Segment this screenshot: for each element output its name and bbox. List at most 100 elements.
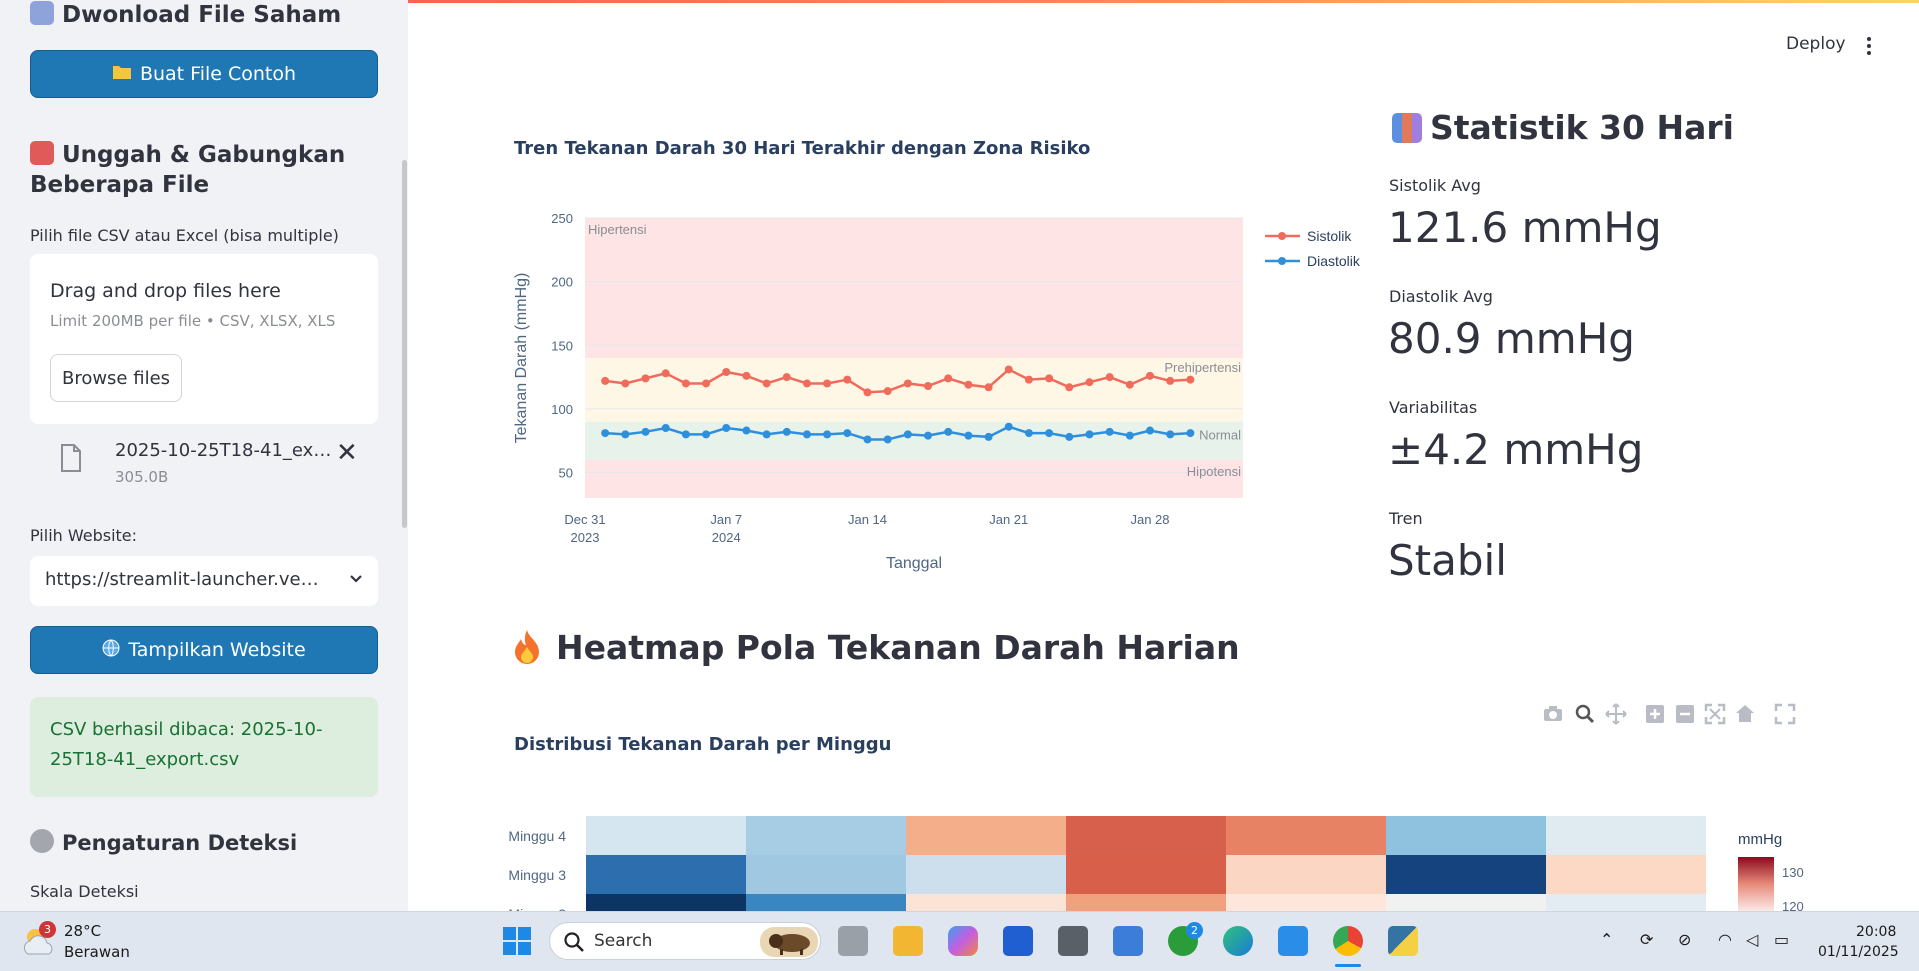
download-heading: Dwonload File Saham: [30, 0, 341, 30]
weather-temp: 28°C: [64, 922, 102, 940]
x-tick-label: Jan 28: [1130, 512, 1169, 527]
detection-scale-label: Skala Deteksi: [30, 882, 139, 901]
uploaded-file-name: 2025-10-25T18-41_expo…: [115, 440, 340, 461]
sidebar-scrollbar[interactable]: [402, 160, 407, 528]
autoscale-icon[interactable]: [1704, 703, 1726, 725]
bp-heatmap[interactable]: Minggu 4Minggu 3Minggu 2 mmHg130120: [500, 800, 1820, 911]
heatmap-row-label: Minggu 3: [508, 867, 566, 883]
data-point: [722, 424, 731, 432]
data-point: [621, 379, 630, 388]
fullscreen-icon[interactable]: [1774, 703, 1796, 725]
x-tick-sublabel: 2023: [571, 530, 600, 545]
clock-time[interactable]: 20:08: [1856, 924, 1896, 940]
wifi-icon[interactable]: ◠: [1718, 930, 1732, 949]
heatmap-cell: [1546, 816, 1706, 855]
uploaded-file-row: 2025-10-25T18-41_expo… 305.0B ✕: [30, 438, 378, 494]
data-point: [964, 431, 973, 440]
vscode-icon[interactable]: [1278, 926, 1308, 956]
chrome-icon[interactable]: [1333, 926, 1363, 956]
pan-icon[interactable]: [1605, 703, 1627, 725]
data-point: [1065, 383, 1074, 392]
data-point: [1166, 430, 1175, 439]
kebab-menu-icon[interactable]: [1866, 36, 1872, 56]
chevron-up-icon[interactable]: ⌃: [1600, 930, 1613, 949]
sync-icon[interactable]: ⟳: [1640, 930, 1653, 949]
clock-date[interactable]: 01/11/2025: [1818, 944, 1899, 960]
zone-label: Normal: [1199, 428, 1241, 443]
sidebar: Dwonload File Saham Buat File Contoh Ung…: [0, 0, 408, 911]
data-point: [1065, 432, 1074, 441]
dropzone-limit: Limit 200MB per file • CSV, XLSX, XLS: [50, 312, 336, 330]
camera-icon[interactable]: [1544, 706, 1562, 721]
python-icon[interactable]: [1388, 926, 1418, 956]
folder-icon: [112, 63, 132, 85]
file-dropzone[interactable]: Drag and drop files here Limit 200MB per…: [30, 254, 378, 424]
data-point: [843, 375, 852, 384]
microsoft-store-icon[interactable]: [1113, 926, 1143, 956]
data-point: [601, 429, 610, 438]
data-point: [1024, 375, 1033, 384]
x-axis-label: Tanggal: [886, 555, 942, 572]
dice-icon: [30, 1, 54, 25]
data-point: [762, 430, 771, 439]
upload-heading-line2: Beberapa File: [30, 172, 210, 198]
file-icon: [61, 444, 81, 472]
windows-taskbar: 3 28°C Berawan Search 2 ⌃ ⟳ ⊘ ◠ ◁ ▭ 20:0…: [0, 911, 1919, 971]
detection-heading: Pengaturan Deteksi: [30, 828, 297, 858]
heatmap-cell: [1066, 855, 1226, 894]
copilot-icon[interactable]: [948, 926, 978, 956]
zone-band: [585, 218, 1243, 358]
legend-marker: [1278, 257, 1286, 265]
windows-start-icon[interactable]: [502, 926, 532, 956]
data-point: [944, 374, 953, 383]
deploy-button[interactable]: Deploy: [1786, 34, 1846, 54]
edge-icon[interactable]: [1223, 926, 1253, 956]
data-point: [903, 379, 912, 388]
data-point: [823, 430, 832, 439]
heatmap-cell: [1546, 855, 1706, 894]
data-point: [843, 429, 852, 438]
make-sample-file-button[interactable]: Buat File Contoh: [30, 50, 378, 98]
eye-off-icon[interactable]: ⊘: [1678, 930, 1691, 949]
browse-files-button[interactable]: Browse files: [50, 354, 182, 402]
zone-band: [585, 459, 1243, 498]
data-point: [924, 431, 933, 440]
remove-file-icon[interactable]: ✕: [336, 438, 358, 468]
fire-icon: [515, 630, 539, 664]
data-point: [1105, 373, 1114, 382]
colorbar: [1738, 857, 1774, 911]
zone-label: Hipertensi: [588, 222, 647, 237]
task-view-icon[interactable]: [838, 926, 868, 956]
stat-label-trend: Tren: [1389, 509, 1423, 528]
app-icon[interactable]: [1003, 926, 1033, 956]
package-icon[interactable]: [1058, 926, 1088, 956]
volume-mute-icon[interactable]: ◁: [1746, 930, 1758, 949]
website-select[interactable]: https://streamlit-launcher.verc…: [30, 556, 378, 606]
home-icon[interactable]: [1736, 705, 1754, 722]
data-point: [1105, 427, 1114, 436]
zone-band: [585, 358, 1243, 422]
x-tick-label: Jan 7: [710, 512, 742, 527]
heatmap-cell: [1386, 816, 1546, 855]
line-chart-title: Tren Tekanan Darah 30 Hari Terakhir deng…: [514, 138, 1091, 159]
bp-trend-chart[interactable]: 50 100 150 200 250 Dec 31 2023 Jan 7 2024 Jan 14…: [500, 200, 1380, 580]
x-tick-label: Dec 31: [564, 512, 605, 527]
data-point: [661, 424, 670, 432]
show-website-button[interactable]: Tampilkan Website: [30, 626, 378, 674]
heatmap-cell: [906, 894, 1066, 911]
bison-icon: [760, 927, 818, 957]
zoom-out-icon[interactable]: [1676, 705, 1694, 723]
colorbar-title: mmHg: [1738, 831, 1782, 848]
upload-heading-line1: Unggah & Gabungkan: [62, 142, 346, 168]
zoom-in-icon[interactable]: [1646, 705, 1664, 723]
zoom-icon[interactable]: [1575, 704, 1595, 724]
y-tick-label: 50: [559, 466, 573, 481]
file-explorer-icon[interactable]: [893, 926, 923, 956]
taskbar-search[interactable]: Search: [549, 922, 821, 960]
battery-icon[interactable]: ▭: [1774, 930, 1789, 949]
heatmap-title: Distribusi Tekanan Darah per Minggu: [514, 734, 892, 755]
data-point: [742, 426, 751, 435]
heatmap-cell: [746, 816, 906, 855]
detection-heading-text: Pengaturan Deteksi: [62, 831, 298, 855]
uploaded-file-size: 305.0B: [115, 468, 169, 486]
